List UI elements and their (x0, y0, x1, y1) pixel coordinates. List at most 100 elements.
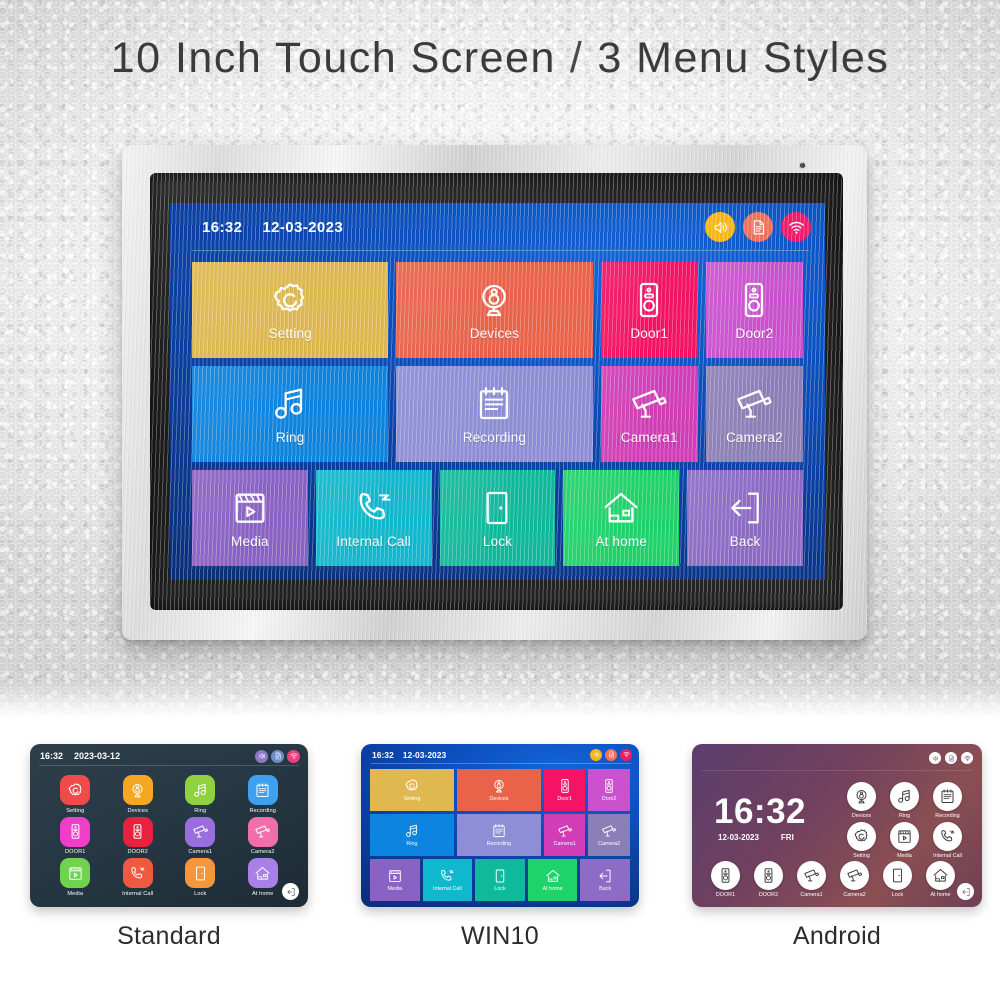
android-item-devices[interactable]: Devices (841, 782, 882, 819)
standard-item-setting[interactable]: Setting (44, 775, 107, 814)
door-station-icon-wrap (711, 861, 740, 890)
status-volume-icon[interactable] (705, 212, 735, 242)
variant-standard-screenshot[interactable]: 16:32 2023-03-12 Setting Devices Ring Recor… (30, 744, 308, 907)
variant-android-caption: Android (792, 922, 882, 950)
standard-item-devices[interactable]: Devices (107, 775, 170, 814)
win10-tile-lock[interactable]: Lock (475, 859, 525, 901)
android-item-door2[interactable]: DOOR2 (748, 861, 789, 898)
win10-tile-setting[interactable]: Setting (370, 769, 454, 811)
android-status-document-icon[interactable] (945, 752, 957, 764)
android-item-ring[interactable]: Ring (884, 782, 925, 819)
media-icon (896, 828, 913, 845)
android-item-internal-call[interactable]: Internal Call (927, 822, 968, 859)
win10-status-document-icon[interactable] (605, 748, 617, 761)
intercom-monitor-device: 16:32 12-03-2023 Setting Devices Door1 Door… (122, 145, 867, 640)
android-item-setting[interactable]: Setting (841, 822, 882, 859)
home-icon-wrap (601, 488, 641, 528)
menu-tile-camera1[interactable]: Camera1 (600, 366, 698, 462)
win10-tile-internal-call[interactable]: Internal Call (422, 859, 473, 901)
standard-item-label: Internal Call (122, 890, 154, 897)
android-item-label: Ring (898, 813, 911, 819)
standard-item-internal-call[interactable]: Internal Call (107, 858, 170, 897)
standard-item-media[interactable]: Media (44, 858, 107, 897)
status-date: 12-03-2023 (262, 218, 344, 236)
win10-tile-media[interactable]: Media (370, 859, 420, 901)
menu-tile-setting[interactable]: Setting (192, 262, 389, 358)
android-item-label: Camera2 (843, 892, 866, 898)
gear-icon (853, 828, 870, 845)
win10-status-bar: 16:32 12-03-2023 (361, 744, 639, 765)
menu-tile-recording[interactable]: Recording (396, 366, 593, 462)
notepad-icon-wrap (933, 782, 962, 811)
page-title-right: 3 Menu Styles (597, 34, 890, 82)
menu-tile-door1[interactable]: Door1 (600, 262, 698, 358)
touch-screen[interactable]: 16:32 12-03-2023 Setting Devices Door1 Door… (170, 203, 825, 580)
android-clock-widget: 16:32 12-03-2023 FRI (714, 794, 806, 842)
android-item-media[interactable]: Media (884, 822, 925, 859)
android-status-volume-icon[interactable] (929, 752, 941, 764)
win10-tile-devices[interactable]: Devices (456, 769, 541, 811)
music-note-icon-wrap (185, 775, 216, 805)
menu-tile-back[interactable]: Back (687, 470, 803, 566)
menu-tile-devices[interactable]: Devices (396, 262, 593, 358)
phone-call-icon (129, 865, 146, 882)
variant-android[interactable]: 16:32 12-03-2023 FRI Devices Ring Recordin… (692, 744, 982, 951)
win10-tile-recording[interactable]: Recording (456, 814, 541, 856)
standard-item-camera1[interactable]: Camera1 (169, 816, 232, 855)
standard-item-camera2[interactable]: Camera2 (232, 816, 295, 855)
win10-tile-back[interactable]: Back (580, 859, 630, 901)
menu-tile-lock[interactable]: Lock (439, 470, 556, 566)
standard-status-volume-icon[interactable] (255, 749, 268, 763)
standard-item-recording[interactable]: Recording (232, 775, 295, 814)
win10-tile-label: Devices (489, 796, 509, 802)
standard-item-ring[interactable]: Ring (169, 775, 232, 814)
status-wifi-icon[interactable] (781, 212, 811, 242)
win10-tile-camera2[interactable]: Camera2 (588, 814, 630, 856)
menu-tile-ring[interactable]: Ring (192, 366, 389, 462)
win10-tile-door1[interactable]: Door1 (543, 769, 586, 811)
android-item-camera2[interactable]: Camera2 (834, 861, 875, 898)
home-icon (932, 867, 949, 884)
menu-tile-label: Recording (462, 429, 527, 445)
win10-status-volume-icon[interactable] (590, 748, 602, 761)
variant-win10-screenshot[interactable]: 16:32 12-03-2023 Setting Devices Door1 Door… (361, 744, 639, 907)
menu-tile-internal-call[interactable]: Internal Call (315, 470, 432, 566)
win10-tile-label: Lock (494, 886, 506, 892)
variant-win10[interactable]: 16:32 12-03-2023 Setting Devices Door1 Door… (361, 744, 639, 951)
variant-standard[interactable]: 16:32 2023-03-12 Setting Devices Ring Recor… (30, 744, 308, 951)
standard-item-door1[interactable]: DOOR1 (44, 816, 107, 855)
standard-status-document-icon[interactable] (271, 749, 284, 763)
webcam-icon (853, 788, 870, 805)
standard-back-button[interactable] (282, 883, 299, 900)
phone-call-icon-wrap (354, 488, 394, 528)
door-station-icon (557, 778, 573, 794)
android-item-door1[interactable]: DOOR1 (705, 861, 746, 898)
win10-tile-label: Back (599, 886, 612, 892)
menu-tile-camera2[interactable]: Camera2 (705, 366, 803, 462)
home-icon-wrap (247, 858, 278, 888)
back-arrow-icon-wrap (725, 488, 765, 528)
win10-tile-ring[interactable]: Ring (370, 814, 454, 856)
win10-tile-camera1[interactable]: Camera1 (543, 814, 586, 856)
standard-item-label: Lock (194, 890, 207, 897)
android-item-at-home[interactable]: At home (920, 861, 961, 898)
android-item-recording[interactable]: Recording (927, 782, 968, 819)
notepad-icon-wrap (247, 775, 278, 805)
standard-item-door2[interactable]: DOOR2 (107, 816, 170, 855)
menu-tile-door2[interactable]: Door2 (705, 262, 803, 358)
win10-tile-door2[interactable]: Door2 (588, 769, 630, 811)
android-item-camera1[interactable]: Camera1 (791, 861, 832, 898)
menu-tile-at-home[interactable]: At home (563, 470, 680, 566)
menu-tile-media[interactable]: Media (192, 470, 308, 566)
screen-bezel: 16:32 12-03-2023 Setting Devices Door1 Door… (150, 173, 843, 610)
status-document-icon[interactable] (743, 212, 773, 242)
variant-android-screenshot[interactable]: 16:32 12-03-2023 FRI Devices Ring Recordin… (692, 744, 982, 907)
android-item-lock[interactable]: Lock (877, 861, 918, 898)
android-status-wifi-icon[interactable] (961, 752, 973, 764)
menu-tile-label: Door2 (735, 325, 774, 341)
standard-status-wifi-icon[interactable] (287, 749, 300, 763)
standard-item-lock[interactable]: Lock (169, 858, 232, 897)
win10-status-wifi-icon[interactable] (620, 748, 632, 761)
android-back-button[interactable] (957, 883, 974, 900)
win10-tile-at-home[interactable]: At home (527, 859, 578, 901)
